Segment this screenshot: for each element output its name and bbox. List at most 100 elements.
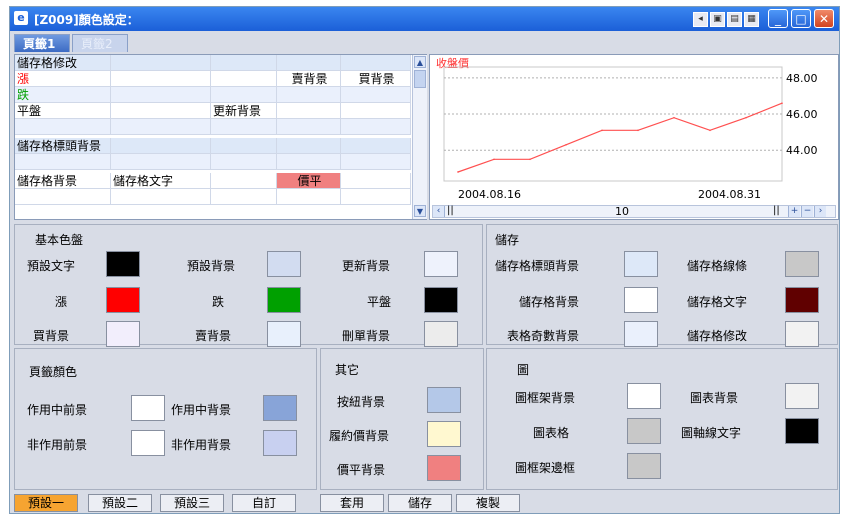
tb-b-icon[interactable]: ▣ (710, 12, 725, 27)
grid-cell (211, 71, 277, 87)
tb-c-icon[interactable]: ▤ (727, 12, 742, 27)
tb-a-icon[interactable]: ◂ (693, 12, 708, 27)
cancel-bg-swatch[interactable] (424, 321, 458, 347)
grid-cell (211, 55, 277, 71)
grid-cell (111, 119, 211, 135)
cell-line-swatch[interactable] (785, 251, 819, 277)
chart-horizontal-scrollbar[interactable]: ‹ || 10 || + − › (432, 205, 836, 218)
chart-bg-label: 圖表背景 (690, 391, 739, 405)
chart-frame-border-swatch[interactable] (627, 453, 661, 479)
grid-cell (341, 173, 411, 189)
chart-title: 收盤價 (436, 56, 469, 70)
down-swatch[interactable] (267, 287, 301, 313)
data-point (673, 116, 675, 119)
zoom-in-icon[interactable]: + (788, 206, 800, 217)
grid-cell (277, 154, 341, 170)
data-point (529, 158, 531, 161)
grid-cell (111, 103, 211, 119)
grid-cell: 賣背景 (277, 71, 341, 87)
preset-1-button[interactable]: 預設一 (14, 494, 78, 512)
data-point (745, 116, 747, 119)
grid-cell: 儲存格文字 (111, 173, 211, 189)
scroll-end-mark: || (773, 205, 780, 216)
update-bg-swatch[interactable] (424, 251, 458, 277)
grid-cell (211, 119, 277, 135)
strike-bg-swatch[interactable] (427, 421, 461, 447)
scroll-right-icon[interactable]: › (814, 206, 826, 217)
storage-title: 儲存 (495, 233, 520, 247)
zoom-out-icon[interactable]: − (801, 206, 813, 217)
grid-cell (277, 87, 341, 103)
cell-text-swatch[interactable] (785, 287, 819, 313)
scroll-left-icon[interactable]: ‹ (433, 206, 445, 217)
cell-bg-swatch[interactable] (624, 287, 658, 313)
scroll-down-icon[interactable]: ▼ (414, 205, 426, 217)
active-fg-swatch[interactable] (131, 395, 165, 421)
chart-axis-text-swatch[interactable] (785, 418, 819, 444)
grid-cell (341, 87, 411, 103)
preview-grid: 儲存格修改漲 賣背景 買背景跌平盤 更新背景 儲存格標頭背景 儲存格背景 儲存格文字 價平 ▲… (14, 54, 427, 220)
update-bg-label: 更新背景 (342, 259, 391, 273)
data-point (493, 158, 495, 161)
grid-cell (277, 55, 341, 71)
default-bg-label: 預設背景 (187, 259, 236, 273)
grid-vertical-scrollbar[interactable]: ▲ ▼ (412, 55, 427, 219)
grid-cell (211, 138, 277, 154)
preview-chart: 收盤價 48.00 46.00 44.00 2004.08.16 2004.08.31 … (429, 54, 839, 220)
atm-bg-swatch[interactable] (427, 455, 461, 481)
grid-cell: 儲存格背景 (15, 173, 111, 189)
grid-cell (211, 87, 277, 103)
default-bg-swatch[interactable] (267, 251, 301, 277)
table-odd-bg-swatch[interactable] (624, 321, 658, 347)
grid-cell (15, 119, 111, 135)
default-text-label: 預設文字 (27, 259, 76, 273)
scroll-thumb[interactable] (414, 70, 426, 88)
maximize-icon[interactable]: □ (791, 9, 811, 28)
up-swatch[interactable] (106, 287, 140, 313)
grid-cell: 跌 (15, 87, 111, 103)
window-title: [Z009]顏色設定： (34, 13, 139, 27)
buy-bg-swatch[interactable] (106, 321, 140, 347)
flat-label: 平盤 (367, 295, 392, 309)
chart-frame-bg-swatch[interactable] (627, 383, 661, 409)
grid-cell (341, 138, 411, 154)
y-tick-label: 46.00 (786, 108, 818, 121)
preset-2-button[interactable]: 預設二 (88, 494, 152, 512)
grid-cell (277, 119, 341, 135)
grid-cell: 更新背景 (211, 103, 277, 119)
apply-button[interactable]: 套用 (320, 494, 384, 512)
tab-page1[interactable]: 頁籤1 (14, 34, 70, 52)
cell-header-bg-swatch[interactable] (624, 251, 658, 277)
cell-modify-label: 儲存格修改 (687, 329, 748, 343)
scroll-up-icon[interactable]: ▲ (414, 56, 426, 68)
active-bg-swatch[interactable] (263, 395, 297, 421)
chart-canvas: 收盤價 48.00 46.00 44.00 2004.08.16 2004.08.31 (436, 56, 818, 201)
y-tick-label: 44.00 (786, 144, 818, 157)
basic-palette-title: 基本色盤 (35, 233, 84, 247)
other-group: 其它 按紐背景 履約價背景 價平背景 (320, 348, 484, 490)
flat-swatch[interactable] (424, 287, 458, 313)
buy-bg-label: 買背景 (33, 329, 70, 343)
grid-cell (277, 103, 341, 119)
minimize-icon[interactable]: _ (768, 9, 788, 28)
chart-bg-swatch[interactable] (785, 383, 819, 409)
tb-d-icon[interactable]: ▦ (744, 12, 759, 27)
grid-cell (341, 55, 411, 71)
default-text-swatch[interactable] (106, 251, 140, 277)
custom-button[interactable]: 自訂 (232, 494, 296, 512)
tab-page2[interactable]: 頁籤2 (72, 34, 128, 52)
preset-3-button[interactable]: 預設三 (160, 494, 224, 512)
cell-modify-swatch[interactable] (785, 321, 819, 347)
app-e-icon: e (14, 11, 28, 25)
sell-bg-swatch[interactable] (267, 321, 301, 347)
grid-cell (211, 154, 277, 170)
close-icon[interactable]: ✕ (814, 9, 834, 28)
inactive-fg-swatch[interactable] (131, 430, 165, 456)
button-bg-swatch[interactable] (427, 387, 461, 413)
active-fg-label: 作用中前景 (27, 403, 88, 417)
grid-cell: 買背景 (341, 71, 411, 87)
inactive-bg-swatch[interactable] (263, 430, 297, 456)
save-button[interactable]: 儲存 (388, 494, 452, 512)
chart-grid-swatch[interactable] (627, 418, 661, 444)
copy-button[interactable]: 複製 (456, 494, 520, 512)
